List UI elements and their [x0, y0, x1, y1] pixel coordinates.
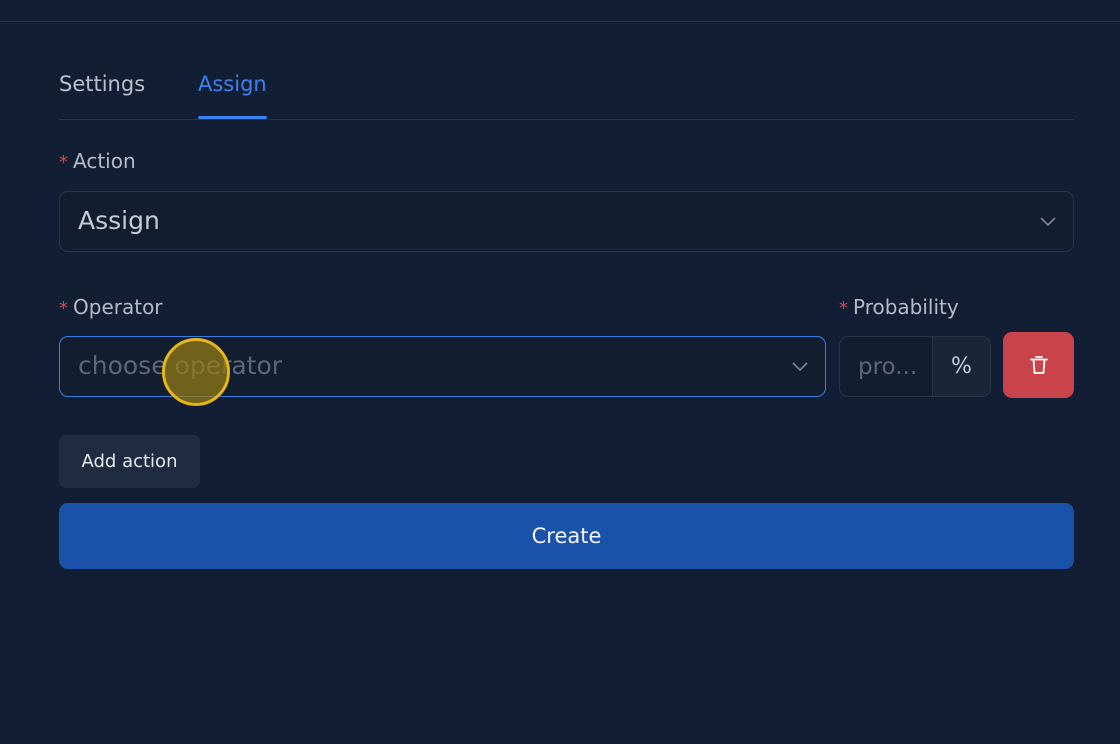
probability-label-text: Probability	[853, 295, 959, 319]
tab-settings[interactable]: Settings	[59, 60, 145, 118]
required-marker: *	[839, 298, 848, 319]
create-button[interactable]: Create	[59, 503, 1074, 569]
probability-placeholder: pro...	[858, 354, 918, 380]
probability-input[interactable]: pro... %	[839, 336, 991, 397]
chevron-down-icon	[1040, 217, 1056, 227]
action-select-value: Assign	[78, 206, 160, 235]
operator-label: * Operator	[59, 295, 163, 321]
tab-bar: Settings Assign	[59, 60, 1074, 120]
action-label-text: Action	[73, 149, 136, 173]
add-action-button[interactable]: Add action	[59, 435, 200, 488]
trash-icon	[1029, 356, 1048, 374]
top-divider	[0, 21, 1120, 22]
action-select[interactable]: Assign	[59, 191, 1074, 252]
percent-suffix: %	[932, 337, 990, 396]
action-label: * Action	[59, 149, 136, 175]
required-marker: *	[59, 298, 68, 319]
required-marker: *	[59, 152, 68, 173]
operator-select[interactable]: choose operator	[59, 336, 826, 397]
delete-action-button[interactable]	[1003, 332, 1074, 398]
operator-label-text: Operator	[73, 295, 163, 319]
tab-assign[interactable]: Assign	[198, 60, 267, 119]
probability-label: * Probability	[839, 295, 959, 321]
chevron-down-icon	[792, 362, 808, 372]
operator-select-placeholder: choose operator	[78, 351, 283, 380]
